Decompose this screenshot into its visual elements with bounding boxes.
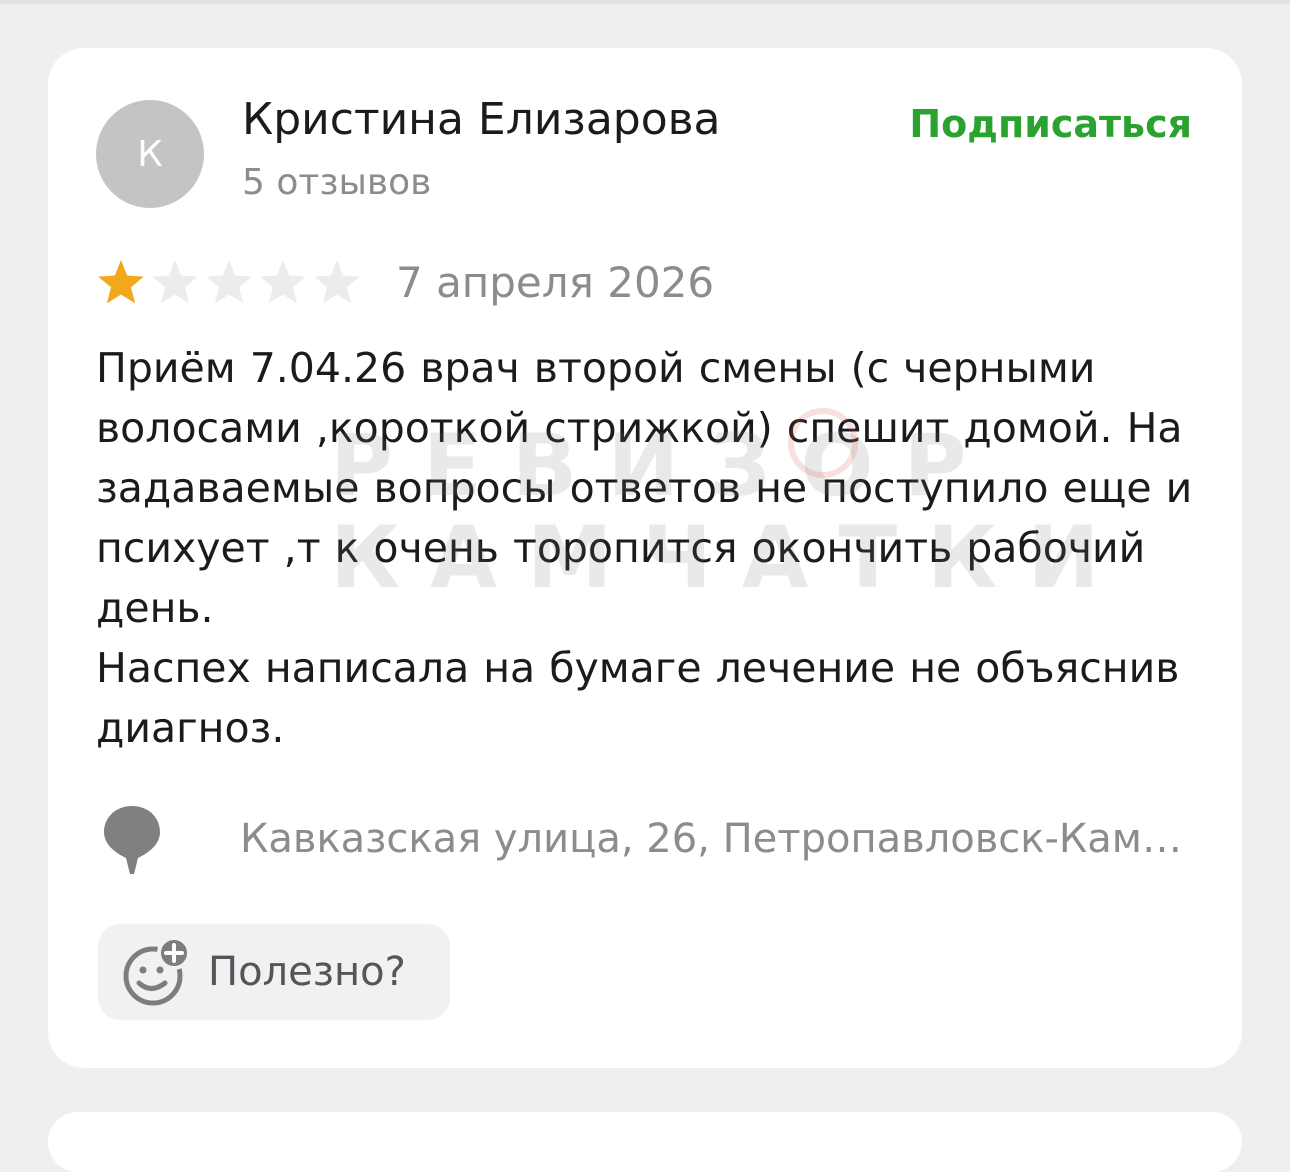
smile-plus-icon — [123, 936, 191, 1006]
subscribe-button[interactable]: Подписаться — [909, 102, 1192, 146]
useful-label: Полезно? — [208, 949, 406, 995]
author-reviews-count: 5 отзывов — [242, 162, 432, 203]
author-name[interactable]: Кристина Елизарова — [242, 94, 721, 145]
rating-row: 7 апреля 2026 — [96, 254, 714, 310]
avatar[interactable]: К — [96, 100, 204, 208]
star-icon — [260, 260, 306, 304]
star-icon — [98, 260, 144, 304]
map-pin-icon — [104, 806, 160, 874]
star-icon — [314, 260, 360, 304]
review-card: К Кристина Елизарова 5 отзывов Подписать… — [48, 48, 1242, 1068]
address-text: Кавказская улица, 26, Петропавловск-Кам… — [240, 816, 1182, 862]
avatar-initial: К — [137, 133, 163, 175]
next-review-card — [48, 1112, 1242, 1172]
star-icon — [206, 260, 252, 304]
address-row[interactable]: Кавказская улица, 26, Петропавловск-Кам… — [100, 804, 1182, 874]
top-divider — [0, 0, 1290, 4]
rating-stars — [96, 257, 362, 307]
review-text: Приём 7.04.26 врач второй смены (с черны… — [96, 344, 1193, 752]
useful-button[interactable]: Полезно? — [98, 924, 450, 1020]
star-icon — [152, 260, 198, 304]
review-date: 7 апреля 2026 — [396, 257, 715, 307]
